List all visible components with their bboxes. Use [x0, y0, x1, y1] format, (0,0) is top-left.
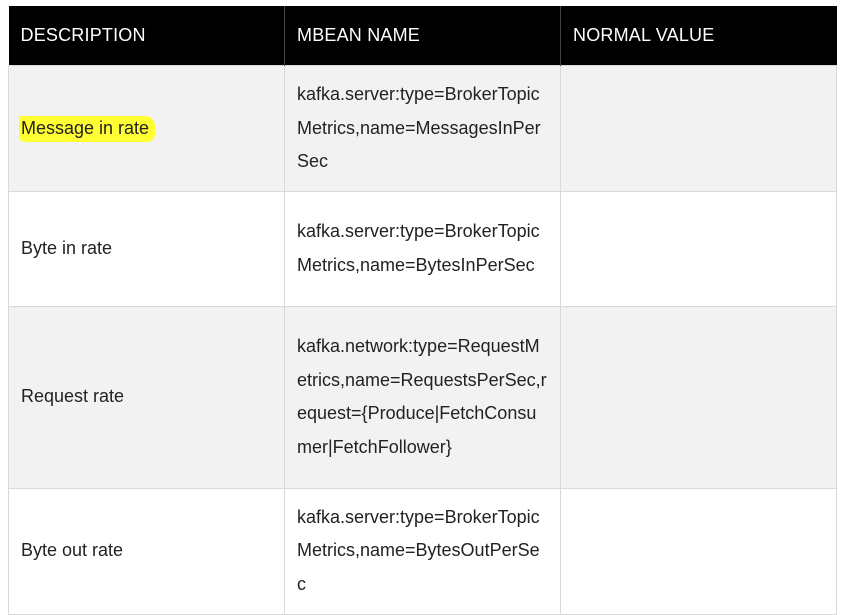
description-cell: Message in rate — [8, 65, 285, 192]
description-cell: Byte out rate — [8, 487, 285, 615]
mbean-name-text: kafka.server:type=BrokerTopicMetrics,nam… — [297, 221, 540, 275]
table-row: Request rate kafka.network:type=RequestM… — [8, 305, 837, 489]
highlighted-description: Message in rate — [19, 115, 156, 142]
mbean-name-text: kafka.server:type=BrokerTopicMetrics,nam… — [297, 84, 541, 172]
mbean-name-text: kafka.network:type=RequestMetrics,name=R… — [297, 336, 547, 457]
header-normal-value: NORMAL VALUE — [560, 6, 837, 66]
mbean-cell: kafka.server:type=BrokerTopicMetrics,nam… — [284, 190, 561, 307]
normal-value-cell — [560, 487, 837, 615]
header-mbean-name: MBEAN NAME — [284, 6, 561, 66]
metrics-table: DESCRIPTION MBEAN NAME NORMAL VALUE Mess… — [8, 6, 837, 615]
mbean-name-text: kafka.server:type=BrokerTopicMetrics,nam… — [297, 506, 540, 594]
mbean-cell: kafka.server:type=BrokerTopicMetrics,nam… — [284, 487, 561, 615]
mbean-cell: kafka.server:type=BrokerTopicMetrics,nam… — [284, 65, 561, 192]
mbean-cell: kafka.network:type=RequestMetrics,name=R… — [284, 305, 561, 489]
table-row: Message in rate kafka.server:type=Broker… — [8, 65, 837, 192]
header-description: DESCRIPTION — [8, 6, 285, 66]
table-row: Byte out rate kafka.server:type=BrokerTo… — [8, 487, 837, 615]
table-row: Byte in rate kafka.server:type=BrokerTop… — [8, 190, 837, 307]
metrics-table-container: DESCRIPTION MBEAN NAME NORMAL VALUE Mess… — [8, 6, 837, 615]
normal-value-cell — [560, 65, 837, 192]
description-cell: Byte in rate — [8, 190, 285, 307]
description-cell: Request rate — [8, 305, 285, 489]
table-header: DESCRIPTION MBEAN NAME NORMAL VALUE — [8, 6, 837, 66]
normal-value-cell — [560, 305, 837, 489]
header-row: DESCRIPTION MBEAN NAME NORMAL VALUE — [8, 6, 837, 66]
normal-value-cell — [560, 190, 837, 307]
table-body: Message in rate kafka.server:type=Broker… — [8, 65, 837, 615]
